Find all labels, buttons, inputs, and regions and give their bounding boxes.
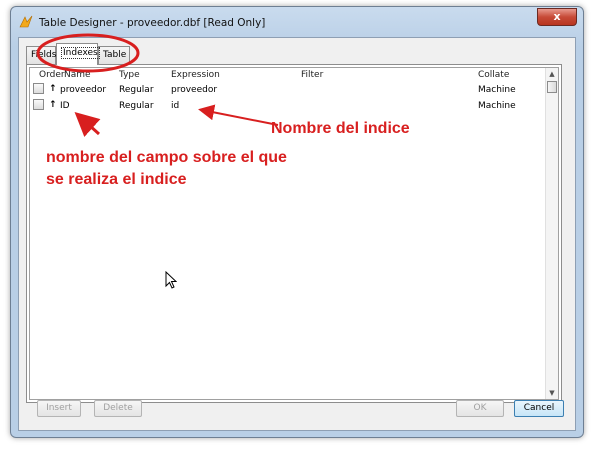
cell-collate: Machine xyxy=(478,85,516,95)
mouse-cursor-icon xyxy=(165,271,177,289)
column-header-expression[interactable]: Expression xyxy=(171,70,220,80)
column-header-name[interactable]: Name xyxy=(64,70,91,80)
vertical-scrollbar[interactable]: ▲ ▼ xyxy=(545,68,558,399)
tab-table-label: Table xyxy=(103,50,127,60)
column-header-collate[interactable]: Collate xyxy=(478,70,509,80)
scroll-up-arrow-icon[interactable]: ▲ xyxy=(546,68,558,80)
column-header-type[interactable]: Type xyxy=(119,70,140,80)
cell-name: proveedor xyxy=(60,85,107,95)
title-bar[interactable]: Table Designer - proveedor.dbf [Read Onl… xyxy=(11,7,583,37)
indexes-panel: Order Name Type Expression Filter Collat… xyxy=(26,64,562,403)
annotation-field-name: nombre del campo sobre el que se realiza… xyxy=(46,147,376,191)
close-button[interactable]: x xyxy=(537,8,577,26)
tab-fields-label: Fields xyxy=(31,50,57,60)
tab-indexes[interactable]: Indexes xyxy=(56,43,100,65)
annotation-index-name: Nombre del indice xyxy=(271,120,410,137)
table-designer-window: Table Designer - proveedor.dbf [Read Onl… xyxy=(10,6,584,438)
cell-expression: proveedor xyxy=(171,85,218,95)
insert-button[interactable]: Insert xyxy=(37,400,81,417)
indexes-grid[interactable]: Order Name Type Expression Filter Collat… xyxy=(29,67,559,400)
annotation-field-line-2: se realiza el indice xyxy=(46,171,187,188)
cell-expression: id xyxy=(171,101,180,111)
tab-table[interactable]: Table xyxy=(98,46,130,64)
close-icon: x xyxy=(553,10,561,23)
cell-type: Regular xyxy=(119,101,154,111)
window-title: Table Designer - proveedor.dbf [Read Onl… xyxy=(39,17,266,29)
delete-button[interactable]: Delete xyxy=(94,400,142,417)
table-row[interactable]: ↑ proveedor Regular proveedor Machine xyxy=(30,82,546,98)
ok-button[interactable]: OK xyxy=(456,400,504,417)
row-select-checkbox[interactable] xyxy=(33,83,44,94)
row-select-checkbox[interactable] xyxy=(33,99,44,110)
ascending-order-icon: ↑ xyxy=(49,100,57,110)
scroll-thumb[interactable] xyxy=(547,81,557,93)
ascending-order-icon: ↑ xyxy=(49,84,57,94)
cell-name: ID xyxy=(60,101,70,111)
annotation-field-line-1: nombre del campo sobre el que xyxy=(46,149,287,166)
cell-type: Regular xyxy=(119,85,154,95)
tab-fields[interactable]: Fields xyxy=(26,46,56,64)
column-header-order[interactable]: Order xyxy=(39,70,65,80)
column-header-filter[interactable]: Filter xyxy=(301,70,323,80)
cell-collate: Machine xyxy=(478,101,516,111)
cancel-button[interactable]: Cancel xyxy=(514,400,564,417)
app-icon xyxy=(19,15,33,28)
scroll-down-arrow-icon[interactable]: ▼ xyxy=(546,387,558,399)
table-row[interactable]: ↑ ID Regular id Machine xyxy=(30,98,546,114)
tab-indexes-label: Indexes xyxy=(61,47,100,59)
dialog-client-area: Fields Indexes Table Order Name Type Exp… xyxy=(18,37,576,431)
